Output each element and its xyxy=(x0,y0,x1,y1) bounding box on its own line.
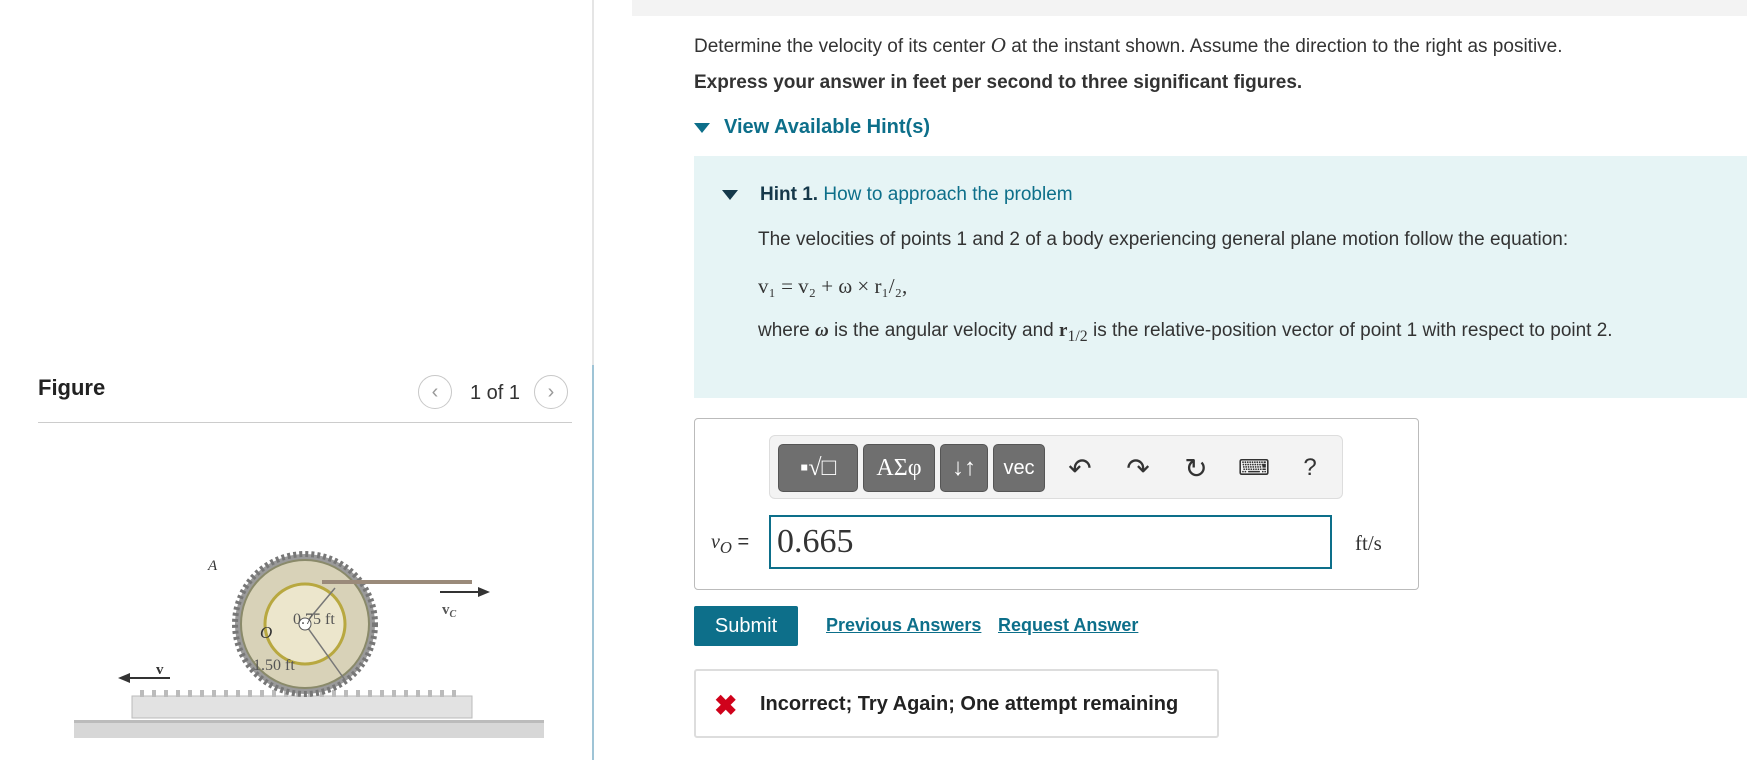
hint-box: Hint 1. How to approach the problem The … xyxy=(694,156,1747,398)
top-bar xyxy=(632,0,1747,16)
figure-counter: 1 of 1 xyxy=(470,382,521,404)
lower-rack xyxy=(131,695,473,719)
question-text: Determine the velocity of its center O a… xyxy=(694,33,1563,57)
cable xyxy=(322,580,472,584)
v-arrowhead xyxy=(118,673,130,683)
answer-input[interactable] xyxy=(769,515,1332,569)
label-vc: vC xyxy=(442,602,457,620)
label-a: A xyxy=(207,558,218,574)
reset-icon[interactable]: ↻ xyxy=(1178,450,1214,486)
figure-divider xyxy=(38,422,572,423)
vc-arrowhead xyxy=(478,587,490,597)
request-answer-link[interactable]: Request Answer xyxy=(998,615,1138,636)
figure-title: Figure xyxy=(38,375,106,400)
answer-label: vO = xyxy=(711,531,750,557)
arrows-button[interactable]: ↓↑ xyxy=(940,444,988,492)
hint1-equation: v₁ = v₂ + ω × r₁/₂, xyxy=(758,274,908,298)
templates-button[interactable]: ▪√□ xyxy=(778,444,858,492)
math-toolbar: ▪√□ ΑΣφ ↓↑ vec ↶ ↷ ↻ ⌨ ? xyxy=(769,435,1343,499)
figure-next-button[interactable]: › xyxy=(534,375,568,409)
view-hints-toggle[interactable]: View Available Hint(s) xyxy=(694,116,930,139)
label-v: v xyxy=(156,662,164,678)
feedback-box: ✖ Incorrect; Try Again; One attempt rema… xyxy=(694,669,1219,738)
gear-figure: A O 0.75 ft 1.50 ft v vC xyxy=(74,551,544,738)
question-instruction: Express your answer in feet per second t… xyxy=(694,72,1303,93)
ground-edge xyxy=(74,720,544,723)
keyboard-icon[interactable]: ⌨ xyxy=(1236,450,1272,486)
chevron-left-icon: ‹ xyxy=(431,380,439,403)
help-icon[interactable]: ? xyxy=(1292,450,1328,486)
label-o: O xyxy=(260,623,272,642)
undo-icon[interactable]: ↶ xyxy=(1062,450,1098,486)
feedback-message: Incorrect; Try Again; One attempt remain… xyxy=(760,693,1179,715)
error-x-icon: ✖ xyxy=(714,690,738,721)
scrollbar[interactable] xyxy=(592,365,594,760)
answer-box: ▪√□ ΑΣφ ↓↑ vec ↶ ↷ ↻ ⌨ ? vO = ft/s xyxy=(694,418,1419,590)
answer-unit: ft/s xyxy=(1355,531,1382,555)
hint1-line2: where ω is the angular velocity and r1/2… xyxy=(758,320,1613,345)
vec-button[interactable]: vec xyxy=(993,444,1045,492)
hint1-line1: The velocities of points 1 and 2 of a bo… xyxy=(758,229,1569,250)
label-inner-radius: 0.75 ft xyxy=(293,611,335,628)
label-outer-radius: 1.50 ft xyxy=(253,657,295,674)
hint1-header[interactable]: Hint 1. How to approach the problem xyxy=(722,184,1073,206)
previous-answers-link[interactable]: Previous Answers xyxy=(826,615,981,636)
submit-button[interactable]: Submit xyxy=(694,606,798,646)
redo-icon[interactable]: ↷ xyxy=(1120,450,1156,486)
greek-button[interactable]: ΑΣφ xyxy=(863,444,935,492)
figure-prev-button[interactable]: ‹ xyxy=(418,375,452,409)
figure-panel: Figure ‹ 1 of 1 › A O 0.75 ft 1.50 ft v … xyxy=(0,0,592,760)
variable-o: O xyxy=(990,33,1006,57)
chevron-right-icon: › xyxy=(547,380,555,403)
triangle-down-icon xyxy=(722,189,738,200)
triangle-down-icon xyxy=(694,122,710,133)
